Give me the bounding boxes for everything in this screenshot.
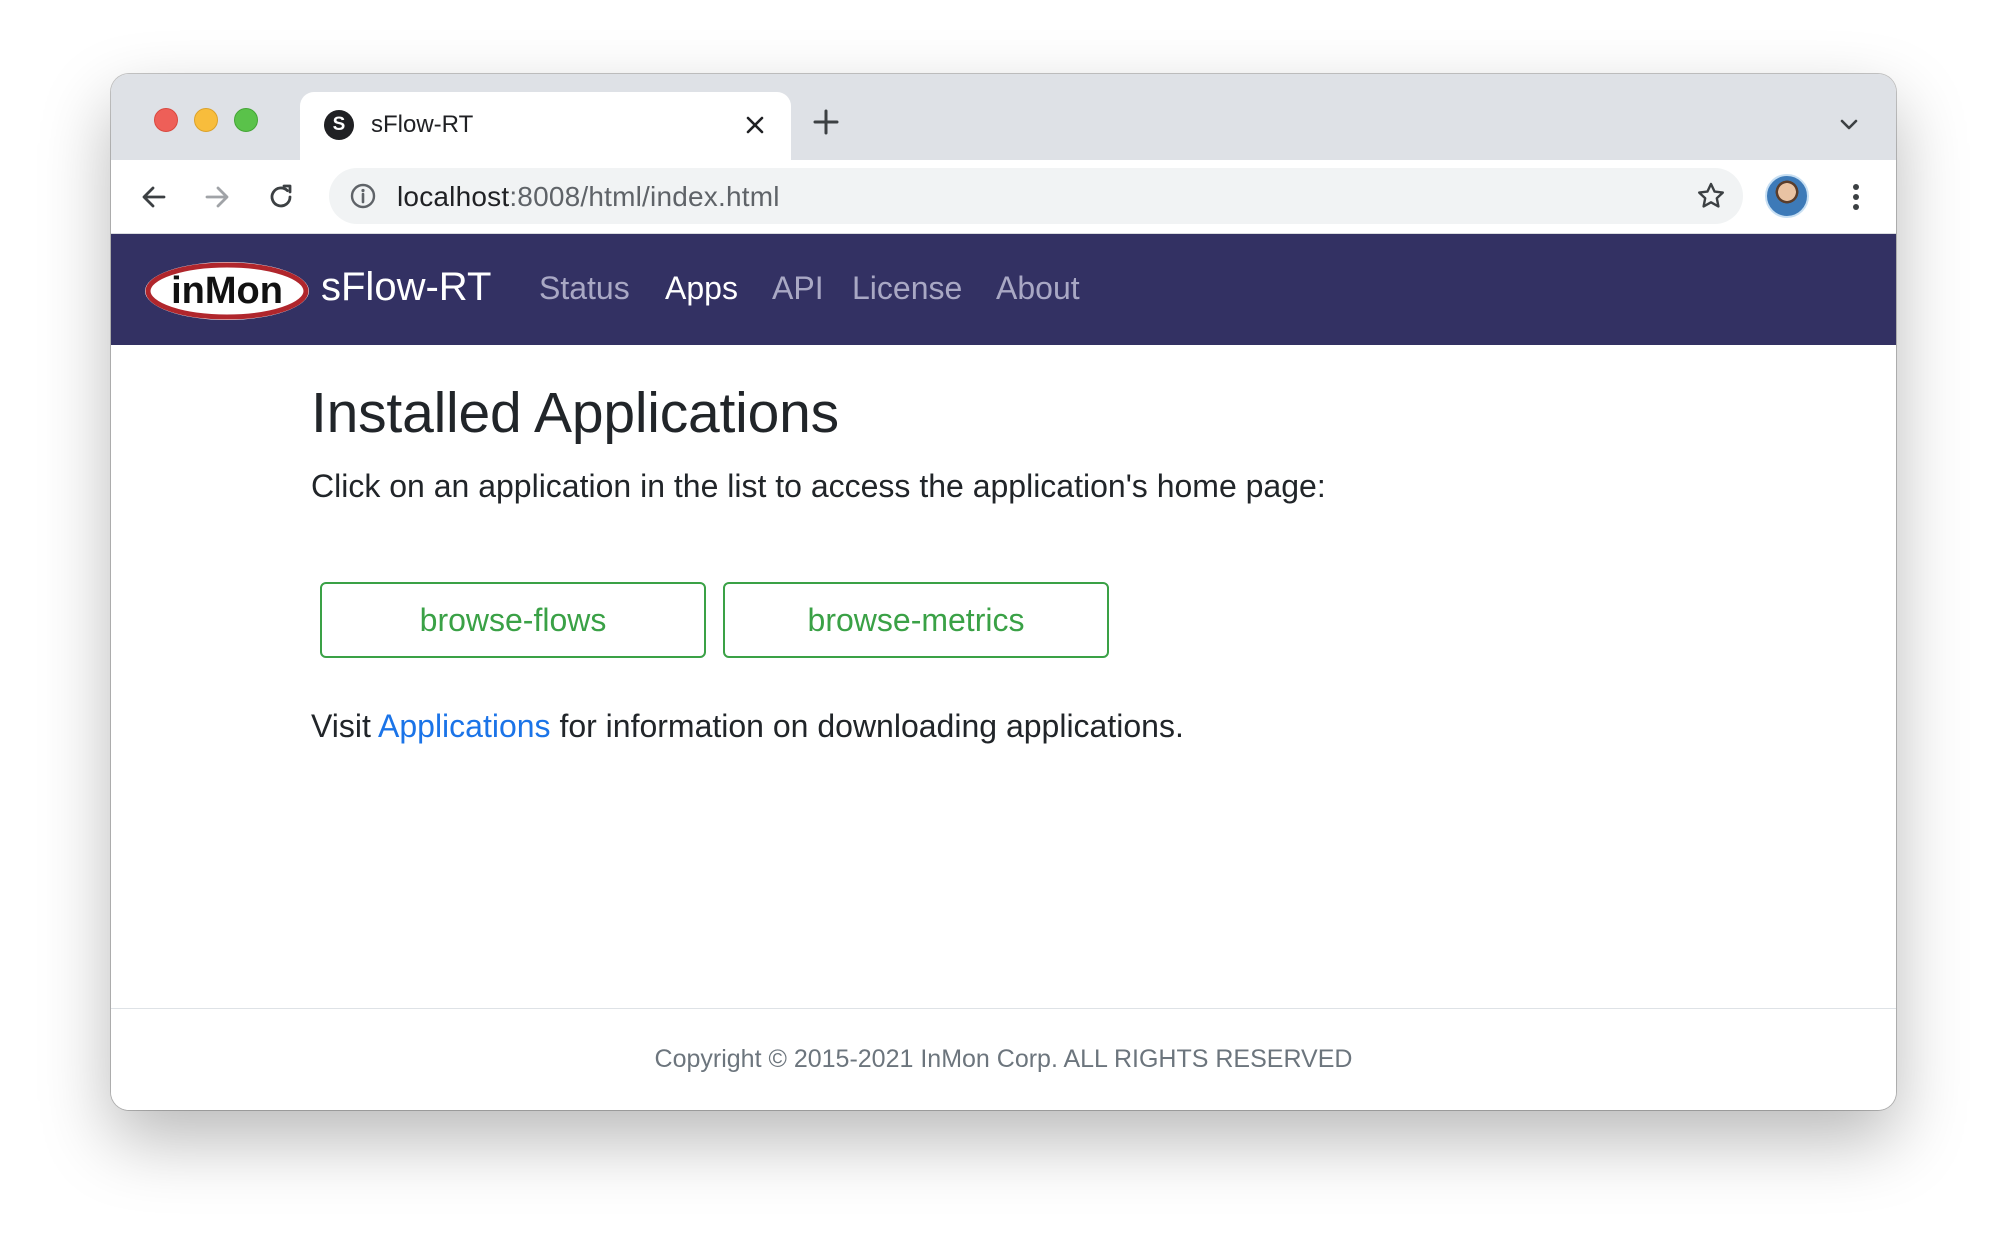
close-window-button[interactable]	[154, 108, 178, 132]
new-tab-icon[interactable]	[808, 104, 844, 140]
browser-window: S sFlow-RT localhost:8008/html/index.htm…	[111, 74, 1896, 1110]
tab-strip: S sFlow-RT	[111, 74, 1896, 160]
back-arrow-icon[interactable]	[137, 180, 171, 214]
bookmark-star-icon[interactable]	[1695, 180, 1727, 212]
minimize-window-button[interactable]	[194, 108, 218, 132]
address-bar[interactable]: localhost:8008/html/index.html	[329, 168, 1743, 224]
reload-icon[interactable]	[264, 180, 298, 214]
more-menu-icon[interactable]	[1841, 180, 1871, 214]
tab-favicon-icon: S	[324, 110, 354, 140]
close-tab-icon[interactable]	[740, 110, 770, 140]
applications-link[interactable]: Applications	[378, 708, 551, 744]
url-text: localhost:8008/html/index.html	[397, 181, 780, 213]
maximize-window-button[interactable]	[234, 108, 258, 132]
brand-name[interactable]: sFlow-RT	[321, 265, 491, 310]
nav-apps[interactable]: Apps	[665, 270, 738, 307]
app-button-browse-flows[interactable]: browse-flows	[320, 582, 706, 658]
profile-avatar[interactable]	[1765, 174, 1809, 218]
nav-api[interactable]: API	[772, 270, 824, 307]
nav-status[interactable]: Status	[539, 270, 630, 307]
browser-toolbar: localhost:8008/html/index.html	[111, 160, 1896, 234]
instructions-text: Click on an application in the list to a…	[311, 468, 1326, 504]
visit-prefix: Visit	[311, 708, 378, 744]
url-host: localhost	[397, 181, 510, 212]
site-info-icon[interactable]	[349, 182, 377, 210]
forward-arrow-icon[interactable]	[200, 180, 234, 214]
visit-text: Visit Applications for information on do…	[311, 708, 1184, 745]
inmon-logo[interactable]: inMon	[143, 260, 311, 322]
app-button-browse-metrics[interactable]: browse-metrics	[723, 582, 1109, 658]
footer: Copyright © 2015-2021 InMon Corp. ALL RI…	[111, 1008, 1896, 1110]
nav-about[interactable]: About	[996, 270, 1080, 307]
copyright-text: Copyright © 2015-2021 InMon Corp. ALL RI…	[654, 1045, 1353, 1073]
tab-title: sFlow-RT	[371, 111, 474, 138]
main-content: Installed Applications Click on an appli…	[311, 380, 1611, 744]
browser-tab[interactable]: S sFlow-RT	[300, 92, 791, 160]
chevron-down-icon[interactable]	[1834, 110, 1864, 140]
logo-text: inMon	[171, 270, 283, 312]
site-navbar: inMon sFlow-RT Status Apps API License A…	[111, 234, 1896, 345]
web-page: inMon sFlow-RT Status Apps API License A…	[111, 234, 1896, 1110]
visit-suffix: for information on downloading applicati…	[550, 708, 1184, 744]
url-path: :8008/html/index.html	[509, 181, 780, 212]
page-title: Installed Applications	[311, 381, 839, 445]
nav-license[interactable]: License	[852, 270, 962, 307]
